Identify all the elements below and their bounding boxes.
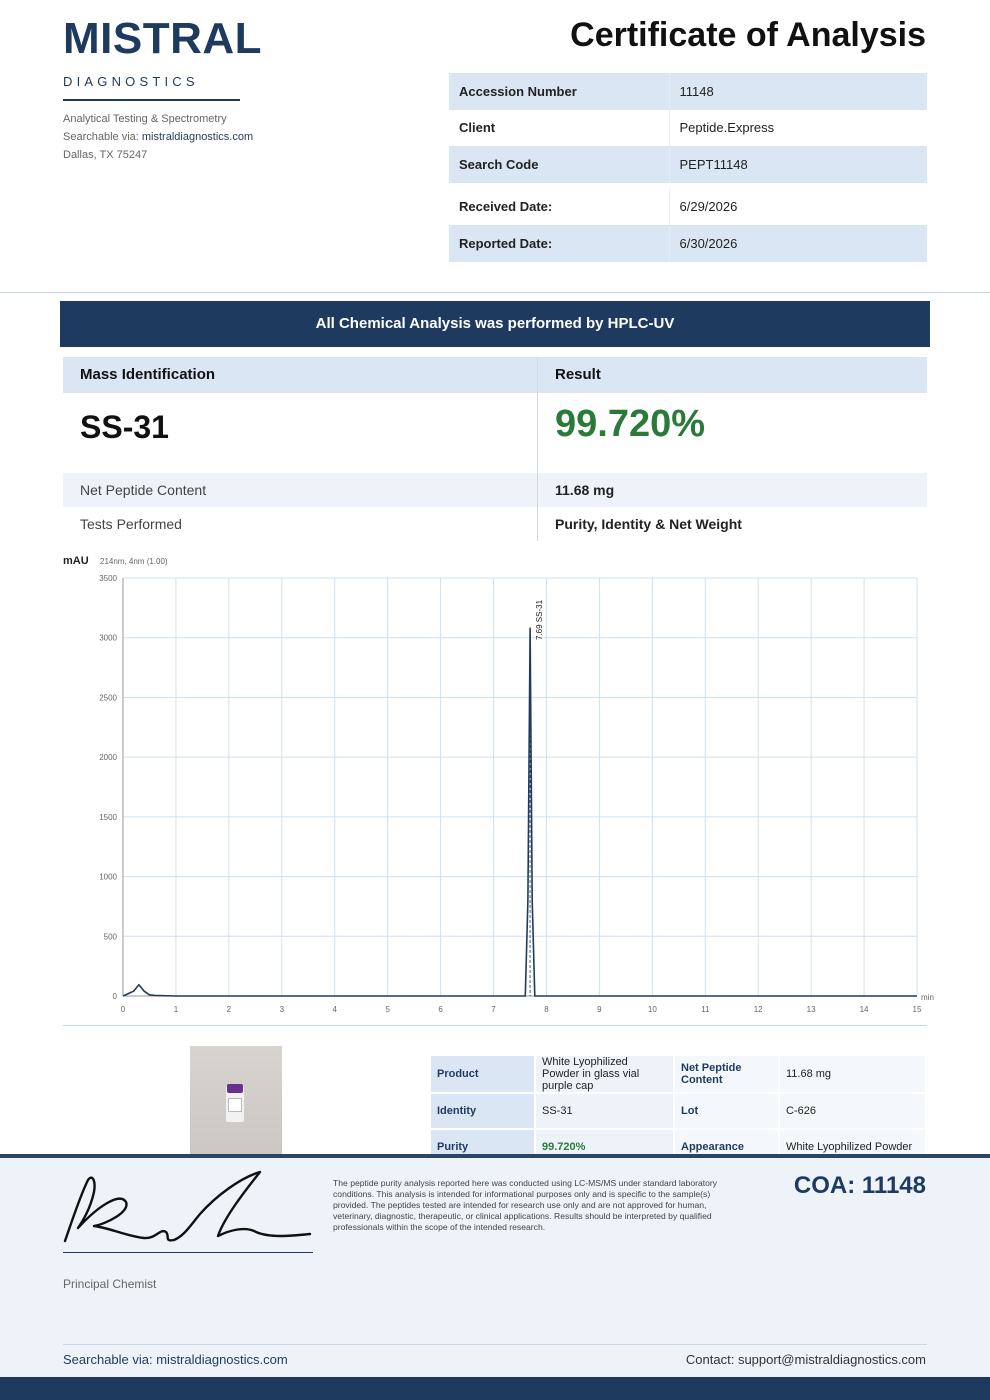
results-head-left: Mass Identification bbox=[63, 357, 538, 393]
meta-label: Client bbox=[449, 109, 670, 146]
x-tick-label: 12 bbox=[754, 1005, 763, 1014]
product-row: Identity SS-31 Lot C-626 bbox=[431, 1094, 925, 1128]
lab-name: MISTRAL bbox=[63, 14, 263, 63]
chromatogram-svg: mAU 214nm, 4nm (1.00)0 1 2 3 4 5 6 7 8 9 10 11 12 13 14… bbox=[63, 555, 934, 1014]
product-value: SS-31 bbox=[536, 1094, 673, 1128]
x-tick-label: 1 bbox=[174, 1005, 179, 1014]
meta-row: Received Date: 6/29/2026 bbox=[449, 188, 927, 225]
results-row-value: 11.68 mg bbox=[555, 482, 615, 498]
lab-searchable: Searchable via: mistraldiagnostics.com bbox=[63, 131, 254, 143]
header-divider bbox=[0, 292, 990, 293]
results-main-row: SS-31 99.720% bbox=[63, 393, 927, 473]
meta-label: Accession Number bbox=[449, 73, 670, 110]
x-axis-label: min bbox=[921, 993, 934, 1002]
results-row-value: Purity, Identity & Net Weight bbox=[555, 516, 742, 532]
sample-photo bbox=[190, 1046, 282, 1154]
lab-logo: MISTRAL DIAGNOSTICS bbox=[63, 14, 262, 101]
footer-bar bbox=[0, 1377, 990, 1400]
y-tick-label: 1500 bbox=[99, 813, 117, 822]
results-header: Mass Identification Result bbox=[63, 357, 927, 393]
x-tick-label: 13 bbox=[807, 1005, 816, 1014]
lab-info: Analytical Testing & Spectrometry Search… bbox=[63, 110, 253, 164]
results-row: Tests Performed Purity, Identity & Net W… bbox=[63, 507, 927, 541]
disclaimer-text: The peptide purity analysis reported her… bbox=[333, 1178, 718, 1232]
footer-divider bbox=[63, 1344, 927, 1345]
y-tick-label: 3500 bbox=[99, 574, 117, 583]
product-key: Lot bbox=[675, 1094, 778, 1128]
method-banner: All Chemical Analysis was performed by H… bbox=[60, 301, 930, 347]
results-head-right: Result bbox=[555, 366, 601, 383]
y-tick-label: 2000 bbox=[99, 753, 117, 762]
x-tick-label: 4 bbox=[333, 1005, 338, 1014]
vial-label bbox=[228, 1098, 242, 1112]
y-axis-label: mAU bbox=[63, 555, 89, 567]
x-tick-label: 5 bbox=[385, 1005, 390, 1014]
peak-label: 7.69 SS-31 bbox=[535, 599, 544, 640]
x-tick-label: 0 bbox=[121, 1005, 126, 1014]
y-tick-label: 3000 bbox=[99, 634, 117, 643]
y-tick-label: 500 bbox=[104, 932, 118, 941]
product-value: 11.68 mg bbox=[780, 1056, 925, 1092]
x-tick-label: 7 bbox=[491, 1005, 496, 1014]
meta-value: 11148 bbox=[669, 73, 927, 110]
product-key: Product bbox=[431, 1056, 534, 1092]
lab-tagline: Analytical Testing & Spectrometry bbox=[63, 113, 227, 125]
meta-row: Search Code PEPT11148 bbox=[449, 146, 927, 183]
signature-image bbox=[63, 1170, 312, 1243]
product-value: C-626 bbox=[780, 1094, 925, 1128]
section-divider bbox=[63, 1025, 927, 1026]
x-tick-label: 9 bbox=[597, 1005, 602, 1014]
x-tick-label: 2 bbox=[227, 1005, 232, 1014]
x-tick-label: 10 bbox=[648, 1005, 657, 1014]
meta-label: Search Code bbox=[449, 146, 670, 183]
signer-title: Principal Chemist bbox=[63, 1277, 157, 1291]
x-tick-label: 6 bbox=[438, 1005, 443, 1014]
purity-result: 99.720% bbox=[555, 403, 706, 445]
meta-row: Accession Number 11148 bbox=[449, 73, 927, 110]
meta-label: Received Date: bbox=[449, 188, 670, 225]
product-key: Net Peptide Content bbox=[675, 1056, 778, 1092]
meta-label: Reported Date: bbox=[449, 225, 670, 262]
chart-subtitle: 214nm, 4nm (1.00) bbox=[100, 557, 168, 566]
product-row: Product White Lyophilized Powder in glas… bbox=[431, 1056, 925, 1092]
page-title: Certificate of Analysis bbox=[570, 16, 926, 54]
footer-searchable: Searchable via: mistraldiagnostics.com bbox=[63, 1352, 288, 1367]
chromatogram: mAU 214nm, 4nm (1.00) 0 1 2 3 4 5 6 7 8 9 10 11 12 13 14… bbox=[60, 550, 950, 1020]
x-tick-label: 11 bbox=[701, 1005, 710, 1014]
results-row-label: Tests Performed bbox=[63, 507, 538, 541]
x-tick-label: 15 bbox=[913, 1005, 922, 1014]
coa-number: COA: 11148 bbox=[793, 1172, 926, 1199]
vial-cap bbox=[227, 1084, 243, 1093]
meta-value: Peptide.Express bbox=[679, 120, 775, 136]
y-tick-label: 0 bbox=[113, 992, 118, 1001]
x-tick-label: 14 bbox=[860, 1005, 869, 1014]
meta-value: PEPT11148 bbox=[669, 146, 927, 183]
meta-row: Reported Date: 6/30/2026 bbox=[449, 225, 927, 262]
product-key: Identity bbox=[431, 1094, 534, 1128]
x-tick-label: 8 bbox=[544, 1005, 549, 1014]
results-table: Mass Identification Result SS-31 99.720%… bbox=[63, 357, 927, 541]
meta-value: 6/30/2026 bbox=[669, 225, 927, 262]
product-table: Product White Lyophilized Powder in glas… bbox=[429, 1054, 927, 1166]
meta-row: Client Peptide.Express bbox=[449, 109, 927, 146]
lab-subtitle: DIAGNOSTICS bbox=[63, 74, 199, 89]
compound-name: SS-31 bbox=[63, 393, 538, 473]
lab-address: Dallas, TX 75247 bbox=[63, 149, 148, 161]
signature-line bbox=[63, 1252, 313, 1253]
footer: Principal Chemist The peptide purity ana… bbox=[0, 1154, 990, 1400]
footer-contact: Contact: support@mistraldiagnostics.com bbox=[685, 1352, 926, 1367]
meta-value: 6/29/2026 bbox=[679, 199, 738, 215]
series-line bbox=[122, 627, 917, 997]
results-row: Net Peptide Content 11.68 mg bbox=[63, 473, 927, 507]
logo-divider bbox=[63, 99, 240, 101]
x-tick-label: 3 bbox=[280, 1005, 285, 1014]
y-tick-label: 2500 bbox=[99, 693, 117, 702]
y-tick-label: 1000 bbox=[99, 873, 117, 882]
results-row-label: Net Peptide Content bbox=[63, 473, 538, 507]
meta-table: Accession Number 11148 Client Peptide.Ex… bbox=[449, 73, 927, 262]
product-value: White Lyophilized Powder in glass vial p… bbox=[536, 1056, 673, 1092]
lab-website-link[interactable]: mistraldiagnostics.com bbox=[142, 131, 253, 143]
